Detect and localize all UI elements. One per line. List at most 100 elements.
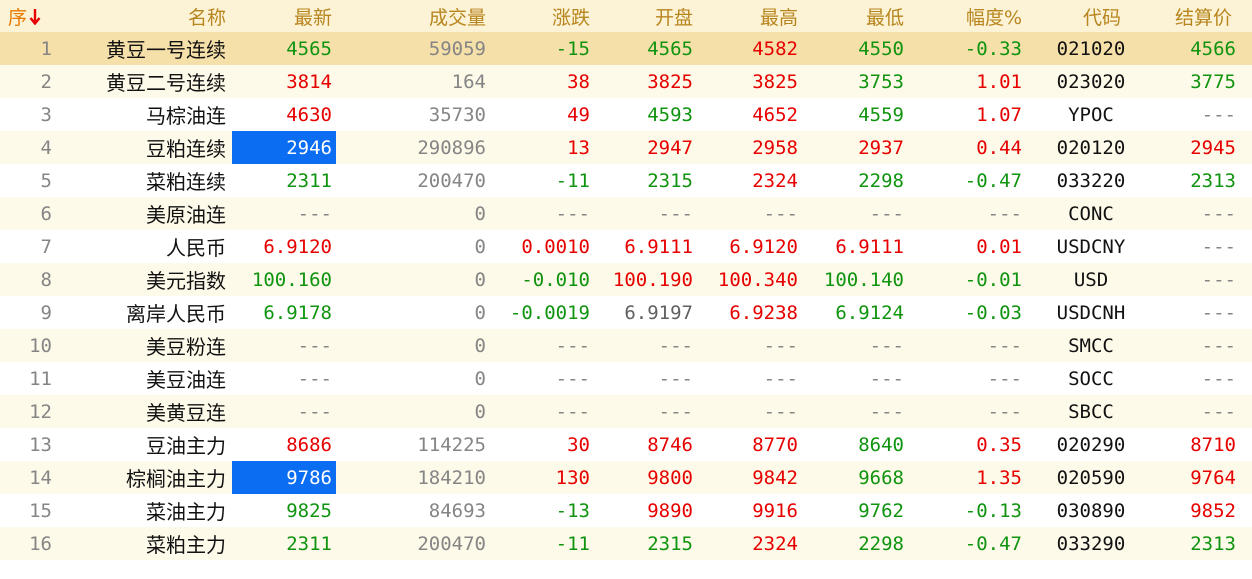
cell-open: --- <box>594 329 697 362</box>
cell-code-text: 020120 <box>1056 136 1126 159</box>
cell-pct: -0.47 <box>908 527 1026 560</box>
cell-index: 8 <box>0 263 80 296</box>
cell-settle-text: --- <box>1201 334 1236 357</box>
cell-settle: --- <box>1156 230 1252 263</box>
column-header-settle[interactable]: 结算价 <box>1156 0 1252 32</box>
cell-latest: --- <box>232 362 336 395</box>
cell-high-text: 3825 <box>752 70 798 93</box>
column-header-change[interactable]: 涨跌 <box>490 0 594 32</box>
column-header-low[interactable]: 最低 <box>802 0 908 32</box>
cell-change: --- <box>490 362 594 395</box>
table-row[interactable]: 5 菜粕连续 2311 200470 -11 2315 2324 2298 -0.47 03322… <box>0 164 1252 197</box>
cell-volume: 114225 <box>336 428 490 461</box>
cell-settle-text: --- <box>1201 367 1236 390</box>
cell-index-text: 15 <box>29 499 52 522</box>
cell-name-text: 离岸人民币 <box>126 302 226 326</box>
cell-volume-text: 0 <box>474 235 486 258</box>
cell-high: 4582 <box>697 32 802 65</box>
cell-volume-text: 290896 <box>417 136 486 159</box>
column-header-high[interactable]: 最高 <box>697 0 802 32</box>
cell-code-text: 020590 <box>1056 466 1126 489</box>
cell-high: 2324 <box>697 164 802 197</box>
cell-volume-text: 59059 <box>428 37 486 60</box>
column-header-latest[interactable]: 最新 <box>232 0 336 32</box>
table-row[interactable]: 4 豆粕连续 2946 290896 13 2947 2958 2937 0.44 020120 2… <box>0 131 1252 164</box>
cell-open-text: --- <box>658 334 693 357</box>
cell-high: --- <box>697 362 802 395</box>
cell-high: 4652 <box>697 98 802 131</box>
cell-change: --- <box>490 197 594 230</box>
table-row[interactable]: 1 黄豆一号连续 4565 59059 -15 4565 4582 4550 -0.33 0210… <box>0 32 1252 65</box>
cell-open: 8746 <box>594 428 697 461</box>
column-header-pct[interactable]: 幅度% <box>908 0 1026 32</box>
table-row[interactable]: 10 美豆粉连 --- 0 --- --- --- --- --- SMCC --- <box>0 329 1252 362</box>
cell-latest: 6.9120 <box>232 230 336 263</box>
cell-latest-text: 3814 <box>286 70 332 93</box>
cell-pct: 1.35 <box>908 461 1026 494</box>
cell-settle: 2313 <box>1156 527 1252 560</box>
cell-change-text: 0.0010 <box>521 235 590 258</box>
cell-name-text: 美原油连 <box>146 203 226 227</box>
cell-name-text: 棕榈油主力 <box>126 467 226 491</box>
cell-index-text: 3 <box>40 103 52 126</box>
table-row[interactable]: 9 离岸人民币 6.9178 0 -0.0019 6.9197 6.9238 6.9124 -0… <box>0 296 1252 329</box>
column-header-index[interactable]: 序 <box>0 0 80 32</box>
cell-pct-text: -0.47 <box>964 169 1022 192</box>
table-row[interactable]: 13 豆油主力 8686 114225 30 8746 8770 8640 0.35 020290… <box>0 428 1252 461</box>
cell-pct: --- <box>908 197 1026 230</box>
cell-pct-text: --- <box>987 202 1022 225</box>
table-row[interactable]: 11 美豆油连 --- 0 --- --- --- --- --- SOCC --- <box>0 362 1252 395</box>
cell-name: 美豆油连 <box>80 362 232 395</box>
cell-open-text: 9890 <box>647 499 693 522</box>
cell-pct-text: --- <box>987 334 1022 357</box>
cell-high-text: 2324 <box>752 169 798 192</box>
cell-name-text: 美黄豆连 <box>146 401 226 425</box>
column-header-name[interactable]: 名称 <box>80 0 232 32</box>
cell-change: 49 <box>490 98 594 131</box>
table-row[interactable]: 7 人民币 6.9120 0 0.0010 6.9111 6.9120 6.9111 0.01 U… <box>0 230 1252 263</box>
cell-code: 020290 <box>1026 428 1156 461</box>
column-header-open[interactable]: 开盘 <box>594 0 697 32</box>
table-row[interactable]: 12 美黄豆连 --- 0 --- --- --- --- --- SBCC --- <box>0 395 1252 428</box>
column-header-pct-label: 幅度% <box>965 6 1022 29</box>
column-header-volume[interactable]: 成交量 <box>336 0 490 32</box>
cell-name: 豆油主力 <box>80 428 232 461</box>
table-row[interactable]: 15 菜油主力 9825 84693 -13 9890 9916 9762 -0.13 03089… <box>0 494 1252 527</box>
cell-low-text: 9668 <box>858 466 904 489</box>
cell-index: 2 <box>0 65 80 98</box>
cell-high: --- <box>697 197 802 230</box>
cell-volume-text: 114225 <box>417 433 486 456</box>
cell-volume: 84693 <box>336 494 490 527</box>
cell-low: 6.9111 <box>802 230 908 263</box>
cell-code: 021020 <box>1026 32 1156 65</box>
table-row[interactable]: 3 马棕油连 4630 35730 49 4593 4652 4559 1.07 YPOC --- <box>0 98 1252 131</box>
cell-code-text: USDCNY <box>1056 235 1126 258</box>
cell-volume: 200470 <box>336 164 490 197</box>
cell-volume-text: 35730 <box>428 103 486 126</box>
table-row[interactable]: 8 美元指数 100.160 0 -0.010 100.190 100.340 100.140… <box>0 263 1252 296</box>
table-row[interactable]: 2 黄豆二号连续 3814 164 38 3825 3825 3753 1.01 023020 37… <box>0 65 1252 98</box>
cell-volume: 0 <box>336 296 490 329</box>
cell-index-text: 12 <box>29 400 52 423</box>
cell-pct: -0.33 <box>908 32 1026 65</box>
cell-code: USD <box>1026 263 1156 296</box>
cell-high: --- <box>697 395 802 428</box>
cell-index-text: 1 <box>40 37 52 60</box>
cell-open: 6.9111 <box>594 230 697 263</box>
cell-volume: 0 <box>336 197 490 230</box>
cell-name: 人民币 <box>80 230 232 263</box>
cell-settle: 2313 <box>1156 164 1252 197</box>
table-row[interactable]: 14 棕榈油主力 9786 184210 130 9800 9842 9668 1.35 0205… <box>0 461 1252 494</box>
cell-change: --- <box>490 329 594 362</box>
cell-name: 美黄豆连 <box>80 395 232 428</box>
cell-high: 3825 <box>697 65 802 98</box>
cell-latest-text: 100.160 <box>251 268 332 291</box>
table-row[interactable]: 6 美原油连 --- 0 --- --- --- --- --- CONC --- <box>0 197 1252 230</box>
column-header-code[interactable]: 代码 <box>1026 0 1156 32</box>
table-row[interactable]: 16 菜粕主力 2311 200470 -11 2315 2324 2298 -0.47 0332… <box>0 527 1252 560</box>
cell-code-text: 023020 <box>1056 70 1126 93</box>
cell-high: --- <box>697 329 802 362</box>
cell-low: --- <box>802 197 908 230</box>
cell-low-text: 2298 <box>858 532 904 555</box>
cell-high: 6.9238 <box>697 296 802 329</box>
